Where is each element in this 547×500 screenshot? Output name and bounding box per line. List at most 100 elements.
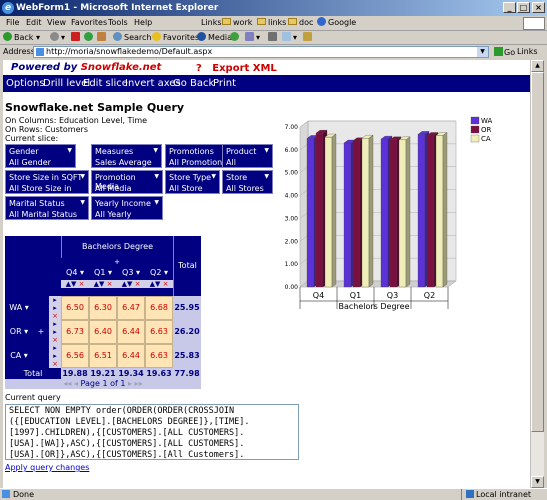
go-button[interactable]: Go: [494, 47, 515, 57]
menu-tools[interactable]: Tools: [105, 17, 131, 29]
menu-bar: File Edit View Favorites Tools Help Link…: [0, 16, 547, 31]
maximize-button[interactable]: □: [517, 2, 530, 13]
print-button[interactable]: [268, 32, 279, 44]
link-work[interactable]: work: [219, 17, 255, 29]
close-button[interactable]: ×: [532, 2, 545, 13]
pager-prev-icon[interactable]: ◂◂ ◂: [63, 379, 78, 388]
link-doc-label: doc: [299, 18, 314, 27]
col-total-cell: 19.21: [89, 368, 117, 379]
back-button[interactable]: Back ▾: [3, 32, 40, 44]
link-google[interactable]: Google: [314, 17, 359, 29]
dropdown-arrow-icon: ▼: [154, 199, 159, 206]
slice-store-type[interactable]: Store Type ▼ All Store Type: [165, 170, 220, 202]
col-header[interactable]: Q2 ▾: [145, 266, 173, 280]
favorites-button[interactable]: Favorites: [152, 32, 199, 44]
nav-print[interactable]: Print: [213, 77, 236, 90]
bar: [306, 138, 315, 288]
history-button[interactable]: [230, 32, 241, 44]
media-button[interactable]: Media: [197, 32, 232, 44]
row-header[interactable]: WA ▾: [5, 296, 33, 320]
address-input[interactable]: http://moria/snowflakedemo/Default.aspx …: [33, 46, 489, 58]
row-expand-control[interactable]: +: [33, 320, 49, 344]
edit-button[interactable]: ▾: [282, 32, 297, 44]
sort-controls[interactable]: ▲▼ ×: [117, 280, 145, 288]
powered-by-link[interactable]: Powered by Snowflake.net: [11, 62, 161, 73]
grid-cell: 6.63: [145, 344, 173, 368]
nav-options[interactable]: Options: [6, 77, 45, 90]
row-header[interactable]: CA ▾: [5, 344, 33, 368]
slice-measures[interactable]: Measures ▼ Sales Average: [91, 144, 162, 168]
sort-controls[interactable]: ▲▼ ×: [145, 280, 173, 288]
slice-yearly-income[interactable]: Yearly Income ▼ All Yearly Income: [91, 196, 163, 228]
apply-query-link[interactable]: Apply query changes: [5, 463, 89, 472]
menu-edit[interactable]: Edit: [23, 17, 45, 29]
minimize-button[interactable]: _: [503, 2, 516, 13]
col-header[interactable]: Q4 ▾: [61, 266, 89, 280]
bar-side: [442, 132, 448, 288]
menu-file[interactable]: File: [3, 17, 22, 29]
pager-next-icon[interactable]: ▸ ▸▸: [128, 379, 143, 388]
menu-help[interactable]: Help: [131, 17, 155, 29]
row-sort-controls[interactable]: ▸ ▸ ×: [49, 344, 61, 368]
expand-col-control[interactable]: +: [61, 258, 173, 266]
sort-controls[interactable]: ▲▼ ×: [89, 280, 117, 288]
search-button[interactable]: Search: [113, 32, 151, 44]
slice-header: Promotions: [169, 147, 214, 156]
sort-controls[interactable]: ▲▼ ×: [61, 280, 89, 288]
address-dropdown-icon[interactable]: ▼: [477, 47, 488, 57]
row-total-cell: 26.20: [173, 320, 201, 344]
slice-gender[interactable]: Gender ▼ All Gender: [5, 144, 76, 168]
scroll-down-icon[interactable]: ▼: [531, 476, 544, 488]
menu-favorites[interactable]: Favorites: [68, 17, 110, 29]
stop-button[interactable]: [71, 32, 82, 44]
help-question-mark: ?: [196, 63, 202, 74]
slice-store[interactable]: Store ▼ All Stores: [222, 170, 273, 194]
legend-swatch: [470, 116, 480, 125]
home-button[interactable]: [97, 32, 108, 44]
row-header[interactable]: OR ▾: [5, 320, 33, 344]
slice-marital-status[interactable]: Marital Status ▼ All Marital Status: [5, 196, 89, 220]
scroll-up-icon[interactable]: ▲: [531, 60, 544, 72]
slice-promotion-media[interactable]: Promotion Media ▼ All Media: [91, 170, 163, 194]
row-sort-controls[interactable]: ▸ ▸ ×: [49, 320, 61, 344]
vertical-scrollbar[interactable]: ▲ ▼: [530, 60, 544, 488]
nav-go-back[interactable]: Go Back: [173, 77, 214, 90]
slice-value: All Store Type: [169, 184, 203, 202]
action-nav-bar: Options Drill level Edit slice Invert ax…: [3, 75, 530, 92]
link-doc[interactable]: doc: [285, 17, 316, 29]
bar: [389, 139, 398, 288]
x-tick-label: Q1: [350, 291, 361, 300]
slice-header: Marital Status: [9, 199, 65, 208]
nav-edit-slice[interactable]: Edit slice: [83, 77, 128, 90]
links-button[interactable]: Links: [517, 47, 538, 56]
row-spacer: [33, 344, 49, 368]
discuss-button[interactable]: [303, 32, 314, 44]
slice-header: Gender: [9, 147, 39, 156]
export-xml-link[interactable]: ? Export XML: [196, 63, 277, 74]
status-page-icon: [2, 490, 10, 498]
bar: [398, 139, 407, 288]
menu-view[interactable]: View: [44, 17, 69, 29]
col-header[interactable]: Q1 ▾: [89, 266, 117, 280]
col-header-label: Q3: [122, 268, 134, 277]
mail-button[interactable]: ▾: [245, 32, 260, 44]
col-header[interactable]: Q3 ▾: [117, 266, 145, 280]
dropdown-arrow-icon: ▼: [264, 147, 269, 154]
pager-total: 1: [120, 379, 126, 388]
forward-arrow-icon: [50, 32, 59, 41]
query-textarea[interactable]: SELECT NON EMPTY order(ORDER(ORDER(CROSS…: [5, 404, 299, 460]
row-total-cell: 25.95: [173, 296, 201, 320]
row-sort-controls[interactable]: ▸ ▸ ×: [49, 296, 61, 320]
media-label: Media: [208, 33, 233, 42]
scroll-thumb[interactable]: [531, 72, 544, 432]
refresh-button[interactable]: [84, 32, 95, 44]
forward-button[interactable]: ▾: [50, 32, 65, 44]
slice-product[interactable]: Product▼All Products: [222, 144, 273, 176]
grid-pager: ◂◂ ◂ Page 1 of 1 ▸ ▸▸: [5, 379, 201, 389]
slice-value: All Yearly Income: [95, 210, 132, 228]
bar: [435, 135, 444, 288]
slice-store-size[interactable]: Store Size in SQFT▼All Store Size in SQF…: [5, 170, 89, 202]
bar: [361, 138, 370, 288]
refresh-icon: [84, 32, 93, 41]
col-total-cell: 19.34: [117, 368, 145, 379]
